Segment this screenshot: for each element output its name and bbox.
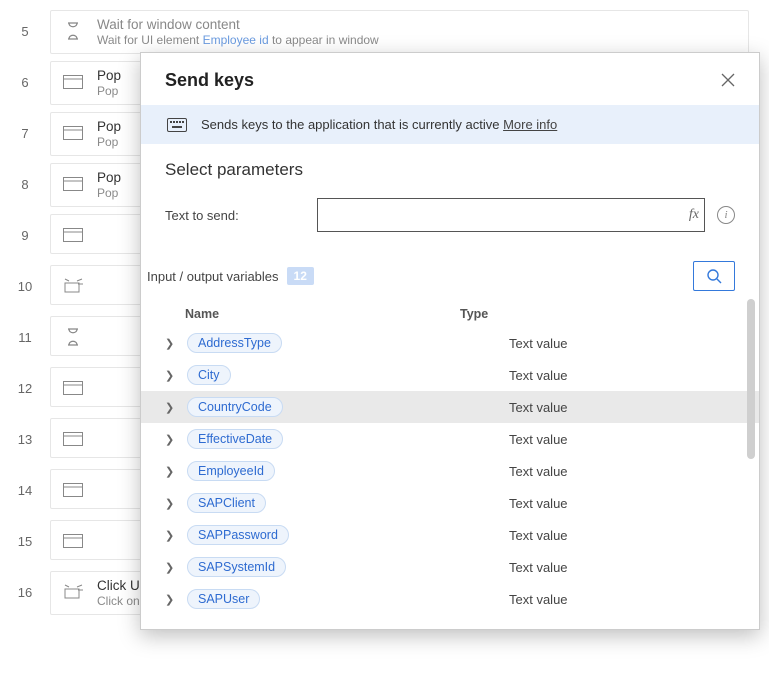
fx-button[interactable]: fx	[689, 207, 699, 223]
variable-type: Text value	[509, 432, 759, 447]
variable-pill[interactable]: City	[187, 365, 231, 385]
tap-icon	[61, 274, 85, 298]
send-keys-dialog: Send keys Sends keys to the application …	[140, 52, 760, 630]
variable-pill[interactable]: EmployeeId	[187, 461, 275, 481]
chevron-right-icon[interactable]: ❯	[165, 497, 181, 510]
variable-row[interactable]: ❯ SAPSystemId Text value	[141, 551, 759, 583]
scrollbar[interactable]	[747, 299, 755, 459]
step-subtitle: Pop	[97, 84, 121, 98]
step-subtitle: Pop	[97, 186, 121, 200]
variable-type: Text value	[509, 496, 759, 511]
step-number: 5	[0, 10, 50, 39]
step-number: 9	[0, 214, 50, 243]
text-to-send-input[interactable]	[317, 198, 705, 232]
step-number: 12	[0, 367, 50, 396]
variable-pill[interactable]: EffectiveDate	[187, 429, 283, 449]
step-number: 16	[0, 571, 50, 600]
variable-type: Text value	[509, 560, 759, 575]
variable-pill[interactable]: SAPPassword	[187, 525, 289, 545]
close-icon[interactable]	[717, 69, 739, 91]
chevron-right-icon[interactable]: ❯	[165, 561, 181, 574]
flow-step[interactable]: Wait for window contentWait for UI eleme…	[50, 10, 749, 54]
col-header-type: Type	[460, 307, 488, 321]
step-number: 15	[0, 520, 50, 549]
variable-type: Text value	[509, 464, 759, 479]
variable-pill[interactable]: CountryCode	[187, 397, 283, 417]
chevron-right-icon[interactable]: ❯	[165, 401, 181, 414]
variable-pill[interactable]: AddressType	[187, 333, 282, 353]
hourglass-icon	[61, 19, 85, 43]
window-icon	[61, 70, 85, 94]
window-icon	[61, 376, 85, 400]
window-icon	[61, 478, 85, 502]
variable-row[interactable]: ❯ CountryCode Text value	[141, 391, 759, 423]
variable-pill[interactable]: SAPSystemId	[187, 557, 286, 577]
step-number: 14	[0, 469, 50, 498]
variable-type: Text value	[509, 400, 759, 415]
step-number: 10	[0, 265, 50, 294]
step-title: Pop	[97, 68, 121, 83]
col-header-name: Name	[185, 307, 460, 321]
window-icon	[61, 427, 85, 451]
step-number: 11	[0, 316, 50, 345]
variable-pill[interactable]: SAPUser	[187, 589, 260, 609]
chevron-right-icon[interactable]: ❯	[165, 465, 181, 478]
tap-icon	[61, 580, 85, 604]
variable-row[interactable]: ❯ EffectiveDate Text value	[141, 423, 759, 455]
step-number: 8	[0, 163, 50, 192]
variable-row[interactable]: ❯ AddressType Text value	[141, 327, 759, 359]
step-number: 6	[0, 61, 50, 90]
search-icon	[706, 268, 722, 284]
step-subtitle: Wait for UI element Employee id to appea…	[97, 33, 379, 47]
variables-header: Input / output variables	[147, 269, 279, 284]
chevron-right-icon[interactable]: ❯	[165, 593, 181, 606]
step-link[interactable]: Employee id	[203, 33, 269, 47]
chevron-right-icon[interactable]: ❯	[165, 337, 181, 350]
chevron-right-icon[interactable]: ❯	[165, 529, 181, 542]
step-title: Pop	[97, 170, 121, 185]
step-subtitle: Pop	[97, 135, 121, 149]
variables-count-badge: 12	[287, 267, 314, 285]
info-banner: Sends keys to the application that is cu…	[141, 105, 759, 144]
variable-row[interactable]: ❯ SAPUser Text value	[141, 583, 759, 615]
variable-type: Text value	[509, 336, 759, 351]
chevron-right-icon[interactable]: ❯	[165, 369, 181, 382]
window-icon	[61, 121, 85, 145]
search-button[interactable]	[693, 261, 735, 291]
variable-row[interactable]: ❯ SAPPassword Text value	[141, 519, 759, 551]
chevron-right-icon[interactable]: ❯	[165, 433, 181, 446]
variable-type: Text value	[509, 528, 759, 543]
step-number: 7	[0, 112, 50, 141]
banner-text: Sends keys to the application that is cu…	[201, 117, 499, 132]
more-info-link[interactable]: More info	[503, 117, 557, 132]
params-heading: Select parameters	[165, 160, 735, 180]
step-title: Pop	[97, 119, 121, 134]
window-icon	[61, 529, 85, 553]
dialog-title: Send keys	[165, 70, 254, 91]
hourglass-icon	[61, 325, 85, 349]
variable-type: Text value	[509, 592, 759, 607]
variable-row[interactable]: ❯ EmployeeId Text value	[141, 455, 759, 487]
keyboard-icon	[167, 118, 187, 132]
step-title: Wait for window content	[97, 17, 379, 32]
variable-row[interactable]: ❯ City Text value	[141, 359, 759, 391]
window-icon	[61, 172, 85, 196]
variable-pill[interactable]: SAPClient	[187, 493, 266, 513]
variable-row[interactable]: ❯ SAPClient Text value	[141, 487, 759, 519]
info-icon[interactable]: i	[717, 206, 735, 224]
variable-type: Text value	[509, 368, 759, 383]
window-icon	[61, 223, 85, 247]
text-to-send-label: Text to send:	[165, 208, 305, 223]
step-number: 13	[0, 418, 50, 447]
